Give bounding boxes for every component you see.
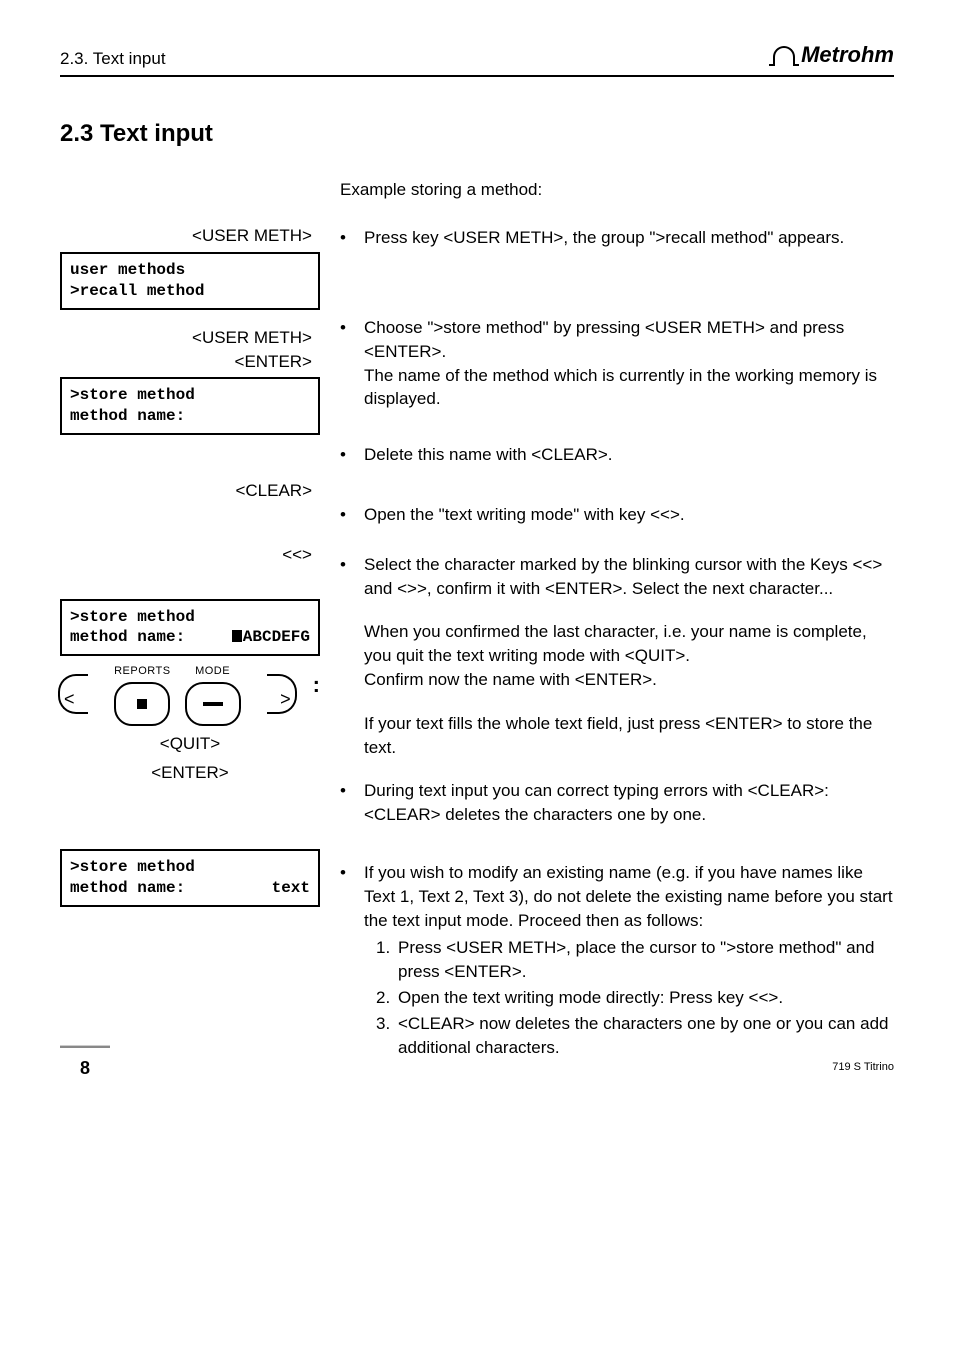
example-intro: Example storing a method: xyxy=(340,178,894,202)
keypad-mode-label: MODE xyxy=(195,664,230,679)
omega-icon xyxy=(773,46,795,64)
key-enter-2: <ENTER> xyxy=(60,761,320,785)
page-footer: 8 719 S Titrino xyxy=(60,1046,894,1089)
bullet-2: • Choose ">store method" by pressing <US… xyxy=(340,316,894,411)
key-user-meth-2: <USER METH> xyxy=(60,326,320,350)
page-header: 2.3. Text input Metrohm xyxy=(60,40,894,77)
bullet-7: • If you wish to modify an existing name… xyxy=(340,861,894,1061)
bullet-5-p2: When you confirmed the last character, i… xyxy=(364,620,894,691)
right-column: Example storing a method: • Press key <U… xyxy=(340,178,894,1079)
colon-icon: : xyxy=(313,670,320,701)
key-left-arrow: <<> xyxy=(60,543,320,567)
section-number: 2.3 xyxy=(60,120,93,147)
lcd-display-4: >store method method name:text xyxy=(60,849,320,907)
bullet-1-text: Press key <USER METH>, the group ">recal… xyxy=(364,226,894,250)
half-key-right: > xyxy=(267,674,297,714)
bullet-1: • Press key <USER METH>, the group ">rec… xyxy=(340,226,894,250)
bullet-5-p3: If your text fills the whole text field,… xyxy=(364,712,894,760)
mode-button xyxy=(185,682,241,726)
bullet-5-p1: Select the character marked by the blink… xyxy=(364,553,894,601)
brand-logo: Metrohm xyxy=(773,40,894,71)
bullet-4-text: Open the "text writing mode" with key <<… xyxy=(364,503,894,527)
brand-name: Metrohm xyxy=(801,40,894,71)
bullet-4: • Open the "text writing mode" with key … xyxy=(340,503,894,527)
footer-doc-ref: 719 S Titrino xyxy=(832,1060,894,1075)
bullet-6: • During text input you can correct typi… xyxy=(340,779,894,827)
keypad-reports-label: REPORTS xyxy=(114,664,170,679)
key-clear: <CLEAR> xyxy=(60,479,320,503)
lcd-display-3: >store method method name:ABCDEFG xyxy=(60,599,320,657)
bullet-3-text: Delete this name with <CLEAR>. xyxy=(364,443,894,467)
key-user-meth-1: <USER METH> xyxy=(60,224,320,248)
reports-button xyxy=(114,682,170,726)
lcd-display-1: user methods >recall method xyxy=(60,252,320,310)
key-quit: <QUIT> xyxy=(60,732,320,756)
bullet-7-list: 1.Press <USER METH>, place the cursor to… xyxy=(364,936,894,1059)
list-item: 1.Press <USER METH>, place the cursor to… xyxy=(376,936,894,984)
bullet-5: • Select the character marked by the bli… xyxy=(340,553,894,760)
section-title-text: Text input xyxy=(100,120,213,147)
lcd-display-2: >store method method name: xyxy=(60,377,320,435)
bullet-2-text: Choose ">store method" by pressing <USER… xyxy=(364,316,894,411)
left-column: <USER METH> user methods >recall method … xyxy=(60,178,320,1079)
header-section-ref: 2.3. Text input xyxy=(60,47,166,71)
half-key-left: < xyxy=(58,674,88,714)
key-enter-1: <ENTER> xyxy=(60,350,320,374)
bullet-6-text: During text input you can correct typing… xyxy=(364,779,894,827)
page-number: 8 xyxy=(60,1046,110,1089)
bullet-7-intro: If you wish to modify an existing name (… xyxy=(364,861,894,932)
list-item: 2.Open the text writing mode directly: P… xyxy=(376,986,894,1010)
section-heading: 2.3 Text input xyxy=(60,117,894,151)
bullet-3: • Delete this name with <CLEAR>. xyxy=(340,443,894,467)
keypad-illustration: < REPORTS MODE > : xyxy=(60,664,320,725)
